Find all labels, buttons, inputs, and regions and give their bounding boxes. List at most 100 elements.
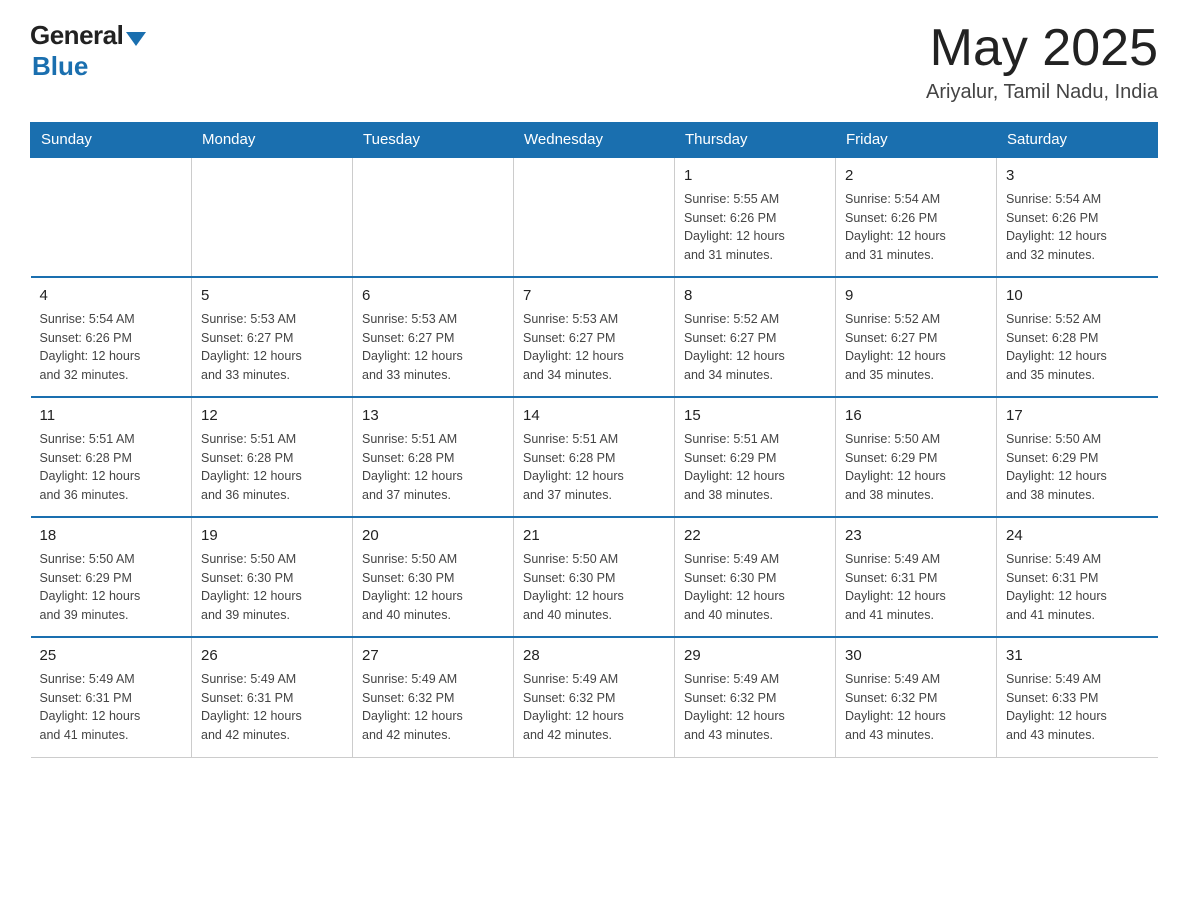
day-info: Sunrise: 5:49 AMSunset: 6:32 PMDaylight:… [362,670,504,745]
day-info: Sunrise: 5:53 AMSunset: 6:27 PMDaylight:… [523,310,665,385]
day-number: 12 [201,405,343,427]
day-number: 26 [201,645,343,667]
day-info: Sunrise: 5:50 AMSunset: 6:30 PMDaylight:… [523,550,665,625]
col-header-wednesday: Wednesday [514,123,675,158]
day-number: 30 [845,645,987,667]
day-number: 15 [684,405,826,427]
calendar-body: 1Sunrise: 5:55 AMSunset: 6:26 PMDaylight… [31,157,1158,757]
day-info: Sunrise: 5:51 AMSunset: 6:28 PMDaylight:… [40,430,183,505]
day-info: Sunrise: 5:50 AMSunset: 6:29 PMDaylight:… [1006,430,1149,505]
day-cell: 17 Sunrise: 5:50 AMSunset: 6:29 PMDayligh… [997,397,1158,517]
day-cell: 8Sunrise: 5:52 AMSunset: 6:27 PMDaylight… [675,277,836,397]
day-cell: 18 Sunrise: 5:50 AMSunset: 6:29 PMDayligh… [31,517,192,637]
day-cell: 29Sunrise: 5:49 AMSunset: 6:32 PMDayligh… [675,637,836,757]
day-info: Sunrise: 5:53 AMSunset: 6:27 PMDaylight:… [362,310,504,385]
day-cell: 31 Sunrise: 5:49 AMSunset: 6:33 PMDayligh… [997,637,1158,757]
day-number: 23 [845,525,987,547]
day-info: Sunrise: 5:50 AMSunset: 6:30 PMDaylight:… [362,550,504,625]
day-info: Sunrise: 5:49 AMSunset: 6:32 PMDaylight:… [523,670,665,745]
day-number: 20 [362,525,504,547]
day-number: 2 [845,165,987,187]
day-number: 21 [523,525,665,547]
day-cell: 2 Sunrise: 5:54 AMSunset: 6:26 PMDaylight… [836,157,997,277]
title-section: May 2025 Ariyalur, Tamil Nadu, India [926,20,1158,104]
calendar-table: SundayMondayTuesdayWednesdayThursdayFrid… [30,122,1158,758]
col-header-thursday: Thursday [675,123,836,158]
day-info: Sunrise: 5:55 AMSunset: 6:26 PMDaylight:… [684,190,826,265]
col-header-friday: Friday [836,123,997,158]
col-header-saturday: Saturday [997,123,1158,158]
day-cell: 25 Sunrise: 5:49 AMSunset: 6:31 PMDayligh… [31,637,192,757]
day-cell: 21 Sunrise: 5:50 AMSunset: 6:30 PMDayligh… [514,517,675,637]
day-number: 10 [1006,285,1149,307]
day-number: 9 [845,285,987,307]
day-info: Sunrise: 5:49 AMSunset: 6:32 PMDaylight:… [684,670,826,745]
day-number: 31 [1006,645,1149,667]
col-header-sunday: Sunday [31,123,192,158]
day-number: 25 [40,645,183,667]
calendar-header: SundayMondayTuesdayWednesdayThursdayFrid… [31,123,1158,158]
day-info: Sunrise: 5:49 AMSunset: 6:31 PMDaylight:… [201,670,343,745]
col-header-tuesday: Tuesday [353,123,514,158]
week-row-4: 18 Sunrise: 5:50 AMSunset: 6:29 PMDayligh… [31,517,1158,637]
day-cell: 16 Sunrise: 5:50 AMSunset: 6:29 PMDayligh… [836,397,997,517]
header-row: SundayMondayTuesdayWednesdayThursdayFrid… [31,123,1158,158]
day-info: Sunrise: 5:50 AMSunset: 6:29 PMDaylight:… [845,430,987,505]
page-header: General Blue May 2025 Ariyalur, Tamil Na… [30,20,1158,104]
day-cell: 19 Sunrise: 5:50 AMSunset: 6:30 PMDayligh… [192,517,353,637]
day-info: Sunrise: 5:50 AMSunset: 6:30 PMDaylight:… [201,550,343,625]
day-info: Sunrise: 5:52 AMSunset: 6:27 PMDaylight:… [684,310,826,385]
col-header-monday: Monday [192,123,353,158]
day-info: Sunrise: 5:49 AMSunset: 6:33 PMDaylight:… [1006,670,1149,745]
day-cell: 15 Sunrise: 5:51 AMSunset: 6:29 PMDayligh… [675,397,836,517]
day-number: 17 [1006,405,1149,427]
day-number: 11 [40,405,183,427]
day-info: Sunrise: 5:54 AMSunset: 6:26 PMDaylight:… [845,190,987,265]
day-number: 18 [40,525,183,547]
day-cell: 30 Sunrise: 5:49 AMSunset: 6:32 PMDayligh… [836,637,997,757]
day-cell: 28Sunrise: 5:49 AMSunset: 6:32 PMDayligh… [514,637,675,757]
day-number: 4 [40,285,183,307]
day-number: 14 [523,405,665,427]
day-number: 5 [201,285,343,307]
day-cell: 6 Sunrise: 5:53 AMSunset: 6:27 PMDaylight… [353,277,514,397]
day-cell: 3 Sunrise: 5:54 AMSunset: 6:26 PMDaylight… [997,157,1158,277]
day-cell: 12Sunrise: 5:51 AMSunset: 6:28 PMDayligh… [192,397,353,517]
day-number: 27 [362,645,504,667]
day-cell: 13 Sunrise: 5:51 AMSunset: 6:28 PMDayligh… [353,397,514,517]
day-number: 7 [523,285,665,307]
day-number: 6 [362,285,504,307]
day-cell [353,157,514,277]
day-info: Sunrise: 5:52 AMSunset: 6:28 PMDaylight:… [1006,310,1149,385]
location-title: Ariyalur, Tamil Nadu, India [926,81,1158,104]
day-info: Sunrise: 5:51 AMSunset: 6:28 PMDaylight:… [362,430,504,505]
day-info: Sunrise: 5:49 AMSunset: 6:30 PMDaylight:… [684,550,826,625]
day-cell: 22Sunrise: 5:49 AMSunset: 6:30 PMDayligh… [675,517,836,637]
day-info: Sunrise: 5:52 AMSunset: 6:27 PMDaylight:… [845,310,987,385]
day-number: 13 [362,405,504,427]
day-info: Sunrise: 5:49 AMSunset: 6:32 PMDaylight:… [845,670,987,745]
day-cell: 9 Sunrise: 5:52 AMSunset: 6:27 PMDaylight… [836,277,997,397]
day-info: Sunrise: 5:51 AMSunset: 6:28 PMDaylight:… [523,430,665,505]
day-number: 16 [845,405,987,427]
week-row-3: 11 Sunrise: 5:51 AMSunset: 6:28 PMDayligh… [31,397,1158,517]
day-cell: 11 Sunrise: 5:51 AMSunset: 6:28 PMDayligh… [31,397,192,517]
day-cell: 27 Sunrise: 5:49 AMSunset: 6:32 PMDayligh… [353,637,514,757]
day-info: Sunrise: 5:51 AMSunset: 6:29 PMDaylight:… [684,430,826,505]
day-cell: 14 Sunrise: 5:51 AMSunset: 6:28 PMDayligh… [514,397,675,517]
day-info: Sunrise: 5:49 AMSunset: 6:31 PMDaylight:… [1006,550,1149,625]
day-info: Sunrise: 5:50 AMSunset: 6:29 PMDaylight:… [40,550,183,625]
logo: General Blue [30,20,146,82]
day-cell: 26 Sunrise: 5:49 AMSunset: 6:31 PMDayligh… [192,637,353,757]
day-number: 19 [201,525,343,547]
week-row-2: 4Sunrise: 5:54 AMSunset: 6:26 PMDaylight… [31,277,1158,397]
logo-blue-text: Blue [32,51,88,82]
day-cell: 10 Sunrise: 5:52 AMSunset: 6:28 PMDayligh… [997,277,1158,397]
day-info: Sunrise: 5:54 AMSunset: 6:26 PMDaylight:… [1006,190,1149,265]
day-info: Sunrise: 5:53 AMSunset: 6:27 PMDaylight:… [201,310,343,385]
day-info: Sunrise: 5:49 AMSunset: 6:31 PMDaylight:… [845,550,987,625]
day-number: 3 [1006,165,1149,187]
day-info: Sunrise: 5:49 AMSunset: 6:31 PMDaylight:… [40,670,183,745]
day-cell [31,157,192,277]
day-cell [192,157,353,277]
